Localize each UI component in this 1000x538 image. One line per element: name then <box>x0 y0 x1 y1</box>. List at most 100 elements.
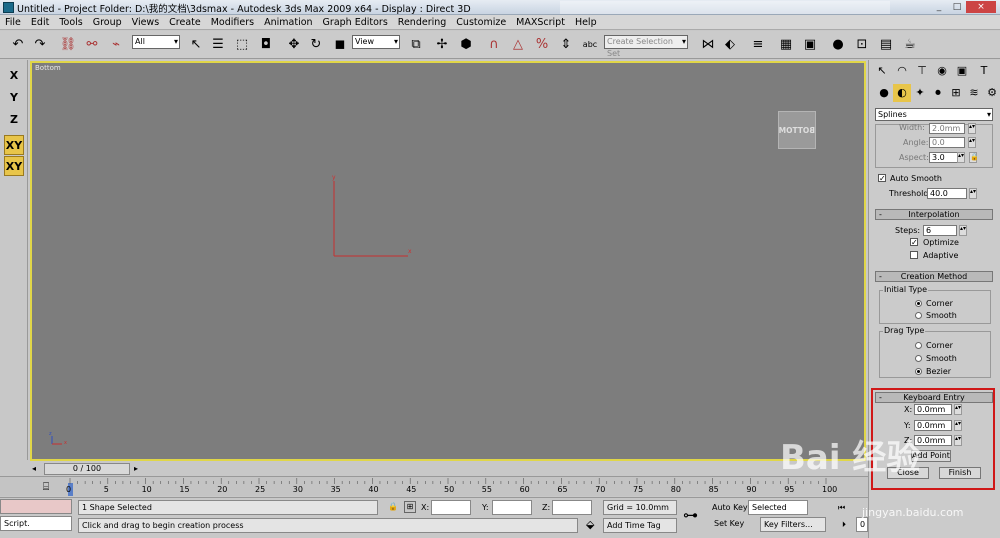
undo-icon[interactable]: ↶ <box>8 35 28 55</box>
motion-tab-icon[interactable]: ◉ <box>933 62 951 80</box>
axis-xy-button[interactable]: XY <box>4 135 24 155</box>
align-icon[interactable]: ⬖ <box>720 35 740 55</box>
adaptive-checkbox[interactable] <box>910 251 918 259</box>
spinner-snap-icon[interactable]: ⇕ <box>556 35 576 55</box>
modify-tab-icon[interactable]: ◠ <box>893 62 911 80</box>
maxscript-listener-top[interactable] <box>0 499 72 514</box>
hierarchy-tab-icon[interactable]: ⊤ <box>913 62 931 80</box>
schematic-view-icon[interactable]: ▣ <box>800 35 820 55</box>
auto-smooth-checkbox[interactable]: ✓ <box>878 174 886 183</box>
cameras-icon[interactable]: ⏺ <box>929 84 947 102</box>
time-config-icon[interactable]: ⏵ <box>842 520 846 530</box>
menu-file[interactable]: File <box>0 15 26 29</box>
select-object-icon[interactable]: ↖ <box>186 35 206 55</box>
absolute-mode-icon[interactable]: ⊞ <box>404 501 416 513</box>
menu-graph-editors[interactable]: Graph Editors <box>318 15 393 29</box>
menu-edit[interactable]: Edit <box>26 15 54 29</box>
close-button[interactable]: × <box>966 1 996 13</box>
menu-tools[interactable]: Tools <box>54 15 87 29</box>
helpers-icon[interactable]: ⊞ <box>947 84 965 102</box>
time-tag-icon[interactable]: ⬙ <box>586 518 594 531</box>
time-next-icon[interactable]: ▸ <box>134 464 138 473</box>
menu-group[interactable]: Group <box>88 15 127 29</box>
axis-xy-flyout-button[interactable]: XY <box>4 156 24 176</box>
add-time-tag-button[interactable]: Add Time Tag <box>603 518 677 533</box>
maximize-button[interactable]: □ <box>948 1 966 13</box>
track-bar[interactable]: ⌸ 0 5 10 15 20 25 30 35 40 45 50 55 60 65 70 75 80 85 90 95… <box>0 476 868 496</box>
initial-smooth-radio[interactable] <box>915 312 922 319</box>
menu-customize[interactable]: Customize <box>451 15 511 29</box>
percent-snap-icon[interactable]: % <box>532 35 552 55</box>
keyboard-shortcut-override-icon[interactable]: ⬢ <box>456 35 476 55</box>
rectangular-selection-icon[interactable]: ⬚ <box>232 35 252 55</box>
bind-spacewarp-icon[interactable]: ⌁ <box>106 35 126 55</box>
redo-icon[interactable]: ↷ <box>30 35 50 55</box>
set-key-button[interactable]: Set Key <box>714 519 744 528</box>
utilities-tab-icon[interactable]: T <box>975 62 993 80</box>
angle-spinner[interactable]: ▴▾ <box>968 137 976 148</box>
menu-animation[interactable]: Animation <box>259 15 317 29</box>
viewport-bottom[interactable]: Bottom y x z x BOTTOM <box>30 61 866 461</box>
systems-icon[interactable]: ⚙ <box>983 84 1000 102</box>
axis-y-button[interactable]: Y <box>4 88 24 108</box>
angle-snap-icon[interactable]: △ <box>508 35 528 55</box>
time-prev-icon[interactable]: ◂ <box>32 464 36 473</box>
display-tab-icon[interactable]: ▣ <box>953 62 971 80</box>
render-setup-icon[interactable]: ⊡ <box>852 35 872 55</box>
menu-help[interactable]: Help <box>570 15 602 29</box>
interpolation-rollout-header[interactable]: - Interpolation <box>875 209 993 220</box>
drag-smooth-radio[interactable] <box>915 355 922 362</box>
drag-bezier-radio[interactable] <box>915 368 922 375</box>
axis-z-button[interactable]: Z <box>4 110 24 130</box>
set-key-icon[interactable]: ⊶ <box>683 506 698 524</box>
key-mode-dropdown[interactable]: Selected <box>748 500 808 515</box>
key-filters-button[interactable]: Key Filters... <box>760 517 826 532</box>
coord-x-input[interactable] <box>431 500 471 515</box>
menu-create[interactable]: Create <box>164 15 206 29</box>
drag-corner-radio[interactable] <box>915 342 922 349</box>
minimize-button[interactable]: _ <box>930 1 948 13</box>
angle-input[interactable]: 0.0 <box>929 137 965 148</box>
width-input[interactable]: 2.0mm <box>929 123 965 134</box>
curve-editor-icon[interactable]: ▦ <box>776 35 796 55</box>
snaps-toggle-icon[interactable]: ∩ <box>484 35 504 55</box>
time-slider[interactable]: 0 / 100 <box>44 463 130 475</box>
selection-filter-dropdown[interactable]: All <box>132 35 180 49</box>
geometry-icon[interactable]: ● <box>875 84 893 102</box>
threshold-input[interactable]: 40.0 <box>927 188 967 199</box>
layer-manager-icon[interactable]: ≡ <box>748 35 768 55</box>
create-tab-icon[interactable]: ↖ <box>873 62 891 80</box>
menu-maxscript[interactable]: MAXScript <box>511 15 570 29</box>
mirror-icon[interactable]: ⋈ <box>698 35 718 55</box>
select-manipulate-icon[interactable]: ✢ <box>432 35 452 55</box>
go-to-start-icon[interactable]: ⏮ <box>838 503 845 513</box>
material-editor-icon[interactable]: ● <box>828 35 848 55</box>
menu-rendering[interactable]: Rendering <box>393 15 452 29</box>
scale-icon[interactable]: ◼ <box>330 35 350 55</box>
coord-y-input[interactable] <box>492 500 532 515</box>
aspect-spinner[interactable]: ▴▾ <box>957 152 965 163</box>
rotate-icon[interactable]: ↻ <box>306 35 326 55</box>
optimize-checkbox[interactable]: ✓ <box>910 238 918 247</box>
app-icon[interactable] <box>3 2 14 13</box>
edit-named-selection-icon[interactable]: abc <box>580 35 600 55</box>
steps-spinner[interactable]: ▴▾ <box>959 225 967 236</box>
space-warps-icon[interactable]: ≋ <box>965 84 983 102</box>
threshold-spinner[interactable]: ▴▾ <box>969 188 977 199</box>
creation-method-rollout-header[interactable]: - Creation Method <box>875 271 993 282</box>
viewcube[interactable]: BOTTOM <box>778 111 816 149</box>
width-spinner[interactable]: ▴▾ <box>968 123 976 134</box>
unlink-icon[interactable]: ⚯ <box>82 35 102 55</box>
coord-z-input[interactable] <box>552 500 592 515</box>
lights-icon[interactable]: ✦ <box>911 84 929 102</box>
menu-modifiers[interactable]: Modifiers <box>206 15 259 29</box>
select-by-name-icon[interactable]: ☰ <box>208 35 228 55</box>
render-teapot-icon[interactable]: ☕ <box>900 35 920 55</box>
initial-corner-radio[interactable] <box>915 300 922 307</box>
window-crossing-icon[interactable]: ◘ <box>256 35 276 55</box>
menu-views[interactable]: Views <box>127 15 165 29</box>
lock-icon[interactable]: 🔒 <box>969 152 979 163</box>
select-link-icon[interactable]: ⛓ <box>58 35 78 55</box>
current-frame-input[interactable]: 0 <box>856 517 868 532</box>
shapes-icon[interactable]: ◐ <box>893 84 911 102</box>
